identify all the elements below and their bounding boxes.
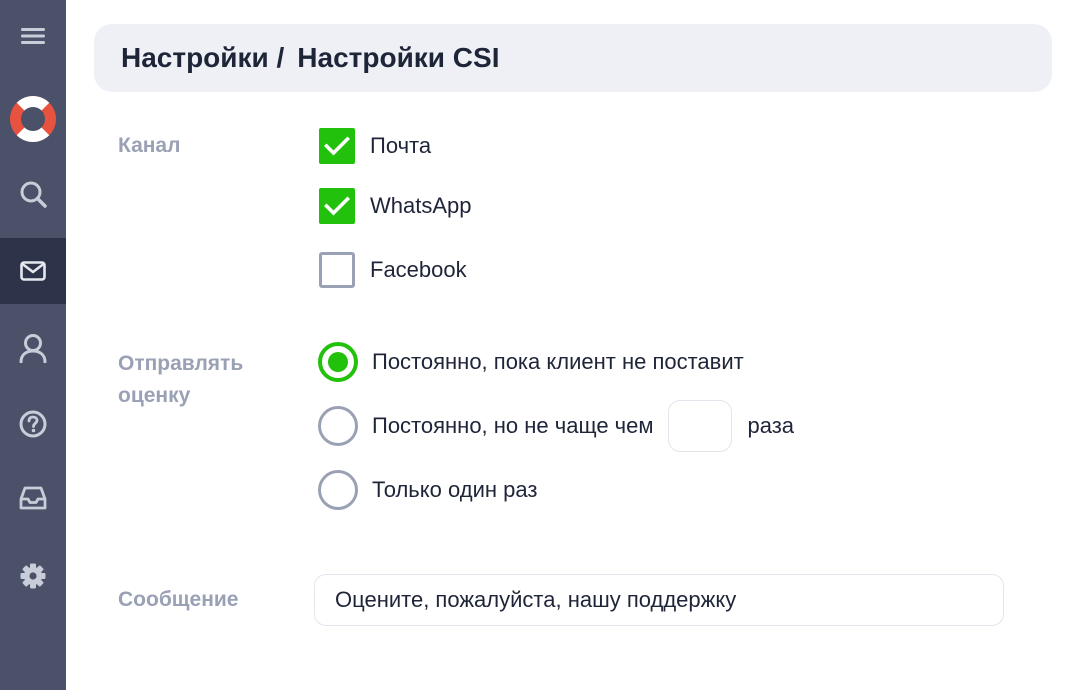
menu-button[interactable] bbox=[0, 18, 66, 54]
send-option-label: Постоянно, пока клиент не поставит bbox=[372, 349, 744, 374]
send-option-until-rated[interactable]: Постоянно, пока клиент не поставит bbox=[318, 342, 744, 382]
user-icon bbox=[19, 333, 47, 363]
mail-icon bbox=[20, 261, 46, 281]
checkmark-icon bbox=[319, 128, 355, 164]
help-icon bbox=[19, 410, 47, 438]
sidebar-item-users[interactable] bbox=[0, 326, 66, 370]
radio-until-rated[interactable] bbox=[318, 342, 358, 382]
sidebar-item-mail[interactable] bbox=[0, 238, 66, 304]
breadcrumb-parent[interactable]: Настройки / bbox=[121, 42, 284, 74]
times-suffix: раза bbox=[747, 413, 795, 438]
send-option-label: Постоянно, но не чаще чем bbox=[372, 413, 654, 438]
channel-option-label: Facebook bbox=[370, 257, 467, 282]
whatsapp-checkbox[interactable] bbox=[318, 187, 356, 225]
page-header: Настройки / Настройки CSI bbox=[94, 24, 1052, 92]
gear-icon bbox=[20, 563, 46, 589]
sidebar-item-settings[interactable] bbox=[0, 554, 66, 598]
checkmark-icon bbox=[319, 188, 355, 224]
send-option-once[interactable]: Только один раз bbox=[318, 470, 537, 510]
channel-option-whatsapp[interactable]: WhatsApp bbox=[318, 186, 472, 226]
sidebar-item-help[interactable] bbox=[0, 402, 66, 446]
menu-icon bbox=[21, 27, 45, 45]
times-count-input[interactable] bbox=[667, 400, 732, 452]
message-input[interactable]: Оцените, пожалуйста, нашу поддержку bbox=[314, 574, 1004, 626]
channel-option-mail[interactable]: Почта bbox=[318, 126, 431, 166]
send-rating-label: Отправлять оценку bbox=[118, 352, 244, 407]
channel-option-label: WhatsApp bbox=[370, 193, 472, 218]
search-button[interactable] bbox=[0, 172, 66, 216]
radio-limited[interactable] bbox=[318, 406, 358, 446]
channel-option-label: Почта bbox=[370, 133, 432, 158]
inbox-icon bbox=[19, 486, 47, 510]
channel-option-facebook[interactable]: Facebook bbox=[318, 250, 467, 290]
facebook-checkbox[interactable] bbox=[318, 251, 356, 289]
send-option-limited[interactable]: Постоянно, но не чаще чем раза bbox=[318, 400, 795, 452]
page-title: Настройки CSI bbox=[297, 42, 500, 73]
search-icon bbox=[19, 180, 47, 208]
sidebar-item-inbox[interactable] bbox=[0, 476, 66, 520]
channel-label: Канал bbox=[118, 134, 181, 157]
mail-checkbox[interactable] bbox=[318, 127, 356, 165]
message-label: Сообщение bbox=[118, 588, 239, 611]
app-logo[interactable] bbox=[0, 94, 66, 144]
lifebuoy-logo-icon bbox=[9, 95, 57, 143]
sidebar bbox=[0, 0, 66, 690]
send-option-label: Только один раз bbox=[372, 477, 538, 502]
radio-once[interactable] bbox=[318, 470, 358, 510]
